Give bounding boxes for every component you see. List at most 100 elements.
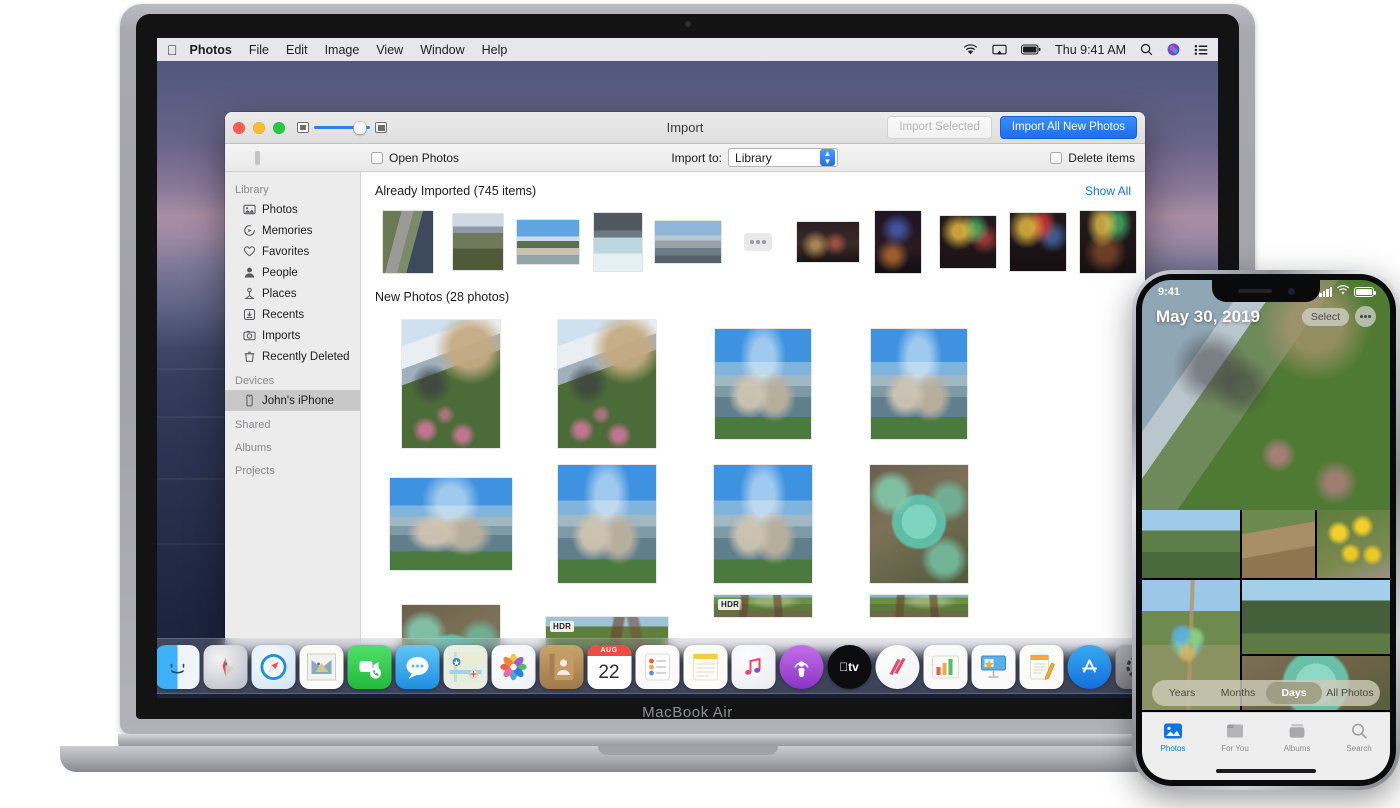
photo-cell[interactable] [841, 314, 997, 454]
photo-cell[interactable] [373, 454, 529, 594]
thumbnail-neon-sign-alley[interactable] [875, 211, 921, 273]
segment-days[interactable]: Days [1266, 682, 1322, 704]
photo-succulent-rosette[interactable] [870, 465, 968, 583]
facetime-icon[interactable] [347, 645, 391, 689]
photo-natural-bridges-arch-3[interactable] [390, 478, 512, 570]
thumbnail-cell[interactable] [793, 206, 863, 278]
thumbnail-night-market-scooters[interactable] [1010, 213, 1066, 271]
menu-item-photos[interactable]: Photos [190, 43, 232, 57]
calendar-icon[interactable]: AUG 22 [587, 645, 631, 689]
chevron-updown-icon[interactable]: ▲▼ [820, 149, 835, 166]
sidebar-item-people[interactable]: People [225, 262, 360, 283]
finder-icon[interactable] [157, 645, 199, 689]
open-photos-option[interactable]: Open Photos [371, 151, 459, 165]
thumbnail-cell[interactable] [513, 206, 583, 278]
menu-item-view[interactable]: View [376, 43, 403, 57]
thumbnail-cell[interactable] [373, 206, 443, 278]
timeline-segmented-control[interactable]: Years Months Days All Photos [1152, 680, 1380, 706]
reminders-icon[interactable] [635, 645, 679, 689]
menu-item-image[interactable]: Image [325, 43, 360, 57]
show-all-link[interactable]: Show All [1085, 184, 1131, 198]
sidebar-item-places[interactable]: Places [225, 283, 360, 304]
keynote-icon[interactable] [971, 645, 1015, 689]
ellipsis-icon[interactable] [1355, 306, 1376, 327]
photo-coastal-arch-wide[interactable] [558, 465, 656, 583]
photo-rolling-hills[interactable] [1142, 510, 1240, 578]
sidebar-header-projects[interactable]: Projects [225, 460, 360, 480]
thumbnail-cell[interactable] [443, 206, 513, 278]
photo-cell[interactable]: HDR [685, 594, 841, 618]
battery-icon[interactable] [1021, 44, 1041, 55]
slider-knob[interactable] [354, 121, 367, 134]
tab-for-you[interactable]: For You [1204, 720, 1266, 753]
contacts-icon[interactable] [539, 645, 583, 689]
thumbnail-night-market-crowd[interactable] [1080, 211, 1136, 273]
thumbnail-glacier-reflection[interactable] [594, 213, 642, 271]
photos-app-icon[interactable] [491, 645, 535, 689]
thumbnail-mountain-meadow[interactable] [453, 214, 503, 270]
numbers-icon[interactable] [923, 645, 967, 689]
delete-items-option[interactable]: Delete items [1050, 151, 1135, 165]
import-all-new-photos-button[interactable]: Import All New Photos [1000, 116, 1137, 139]
photo-forest-trail[interactable] [1242, 510, 1315, 578]
music-icon[interactable] [731, 645, 775, 689]
slider-track[interactable] [314, 126, 370, 129]
photo-natural-bridges-arch[interactable] [715, 329, 811, 439]
sidebar-item-johns-iphone[interactable]: John's iPhone [225, 390, 360, 411]
thumbnail-cell[interactable] [583, 206, 653, 278]
tab-albums[interactable]: Albums [1266, 720, 1328, 753]
photo-forest-trail-clipped[interactable]: HDR [714, 595, 812, 617]
zoom-button[interactable] [273, 122, 285, 134]
thumbnail-cell[interactable] [933, 206, 1003, 278]
open-photos-checkbox[interactable] [371, 152, 383, 164]
photo-natural-bridges-arch-2[interactable] [871, 329, 967, 439]
notes-icon[interactable] [683, 645, 727, 689]
thumbnail-cell[interactable] [1073, 206, 1143, 278]
photo-cell[interactable] [529, 314, 685, 454]
overflow-cell[interactable] [723, 206, 793, 278]
podcasts-icon[interactable] [779, 645, 823, 689]
photo-coastal-cliff-flowers[interactable] [402, 320, 500, 448]
appletv-icon[interactable]: tv [827, 645, 871, 689]
sidebar-item-favorites[interactable]: Favorites [225, 241, 360, 262]
select-button[interactable]: Select [1302, 308, 1349, 326]
menu-item-edit[interactable]: Edit [286, 43, 308, 57]
photo-cell[interactable] [373, 314, 529, 454]
sidebar-item-imports[interactable]: Imports [225, 325, 360, 346]
sidebar-header-albums[interactable]: Albums [225, 437, 360, 457]
launchpad-icon[interactable] [203, 645, 247, 689]
import-selected-button[interactable]: Import Selected [887, 116, 992, 139]
ellipsis-icon[interactable] [744, 233, 772, 251]
airplay-icon[interactable] [992, 44, 1007, 56]
photo-cell[interactable] [841, 594, 997, 618]
thumbnail-cell[interactable] [863, 206, 933, 278]
sidebar-item-memories[interactable]: Memories [225, 220, 360, 241]
thumbnail-size-slider[interactable] [297, 122, 387, 133]
menu-item-help[interactable]: Help [482, 43, 508, 57]
pages-icon[interactable] [1019, 645, 1063, 689]
photo-coastal-cliff-flowers-2[interactable] [558, 320, 656, 448]
photo-evergreen-trees[interactable] [1242, 580, 1390, 654]
tab-photos[interactable]: Photos [1142, 720, 1204, 753]
photo-cell[interactable] [841, 454, 997, 594]
home-indicator[interactable] [1216, 769, 1316, 773]
tab-search[interactable]: Search [1328, 720, 1390, 753]
sidebar-header-shared[interactable]: Shared [225, 414, 360, 434]
photo-forest-canopy-clipped[interactable] [870, 595, 968, 617]
thumbnail-night-market-awning[interactable] [940, 216, 996, 268]
sidebar-item-photos[interactable]: Photos [225, 199, 360, 220]
thumbnail-cell[interactable] [1003, 206, 1073, 278]
news-icon[interactable] [875, 645, 919, 689]
minimize-button[interactable] [253, 122, 265, 134]
segment-months[interactable]: Months [1210, 682, 1266, 704]
segment-years[interactable]: Years [1154, 682, 1210, 704]
mail-icon[interactable] [299, 645, 343, 689]
thumbnail-harbor-boats[interactable] [655, 221, 721, 263]
photo-coastal-arch-wide-2[interactable] [714, 465, 812, 583]
appstore-icon[interactable] [1067, 645, 1111, 689]
close-button[interactable] [233, 122, 245, 134]
maps-icon[interactable] [443, 645, 487, 689]
search-icon[interactable] [1140, 43, 1153, 56]
drag-handle[interactable] [255, 151, 260, 165]
wifi-icon[interactable] [963, 44, 978, 56]
